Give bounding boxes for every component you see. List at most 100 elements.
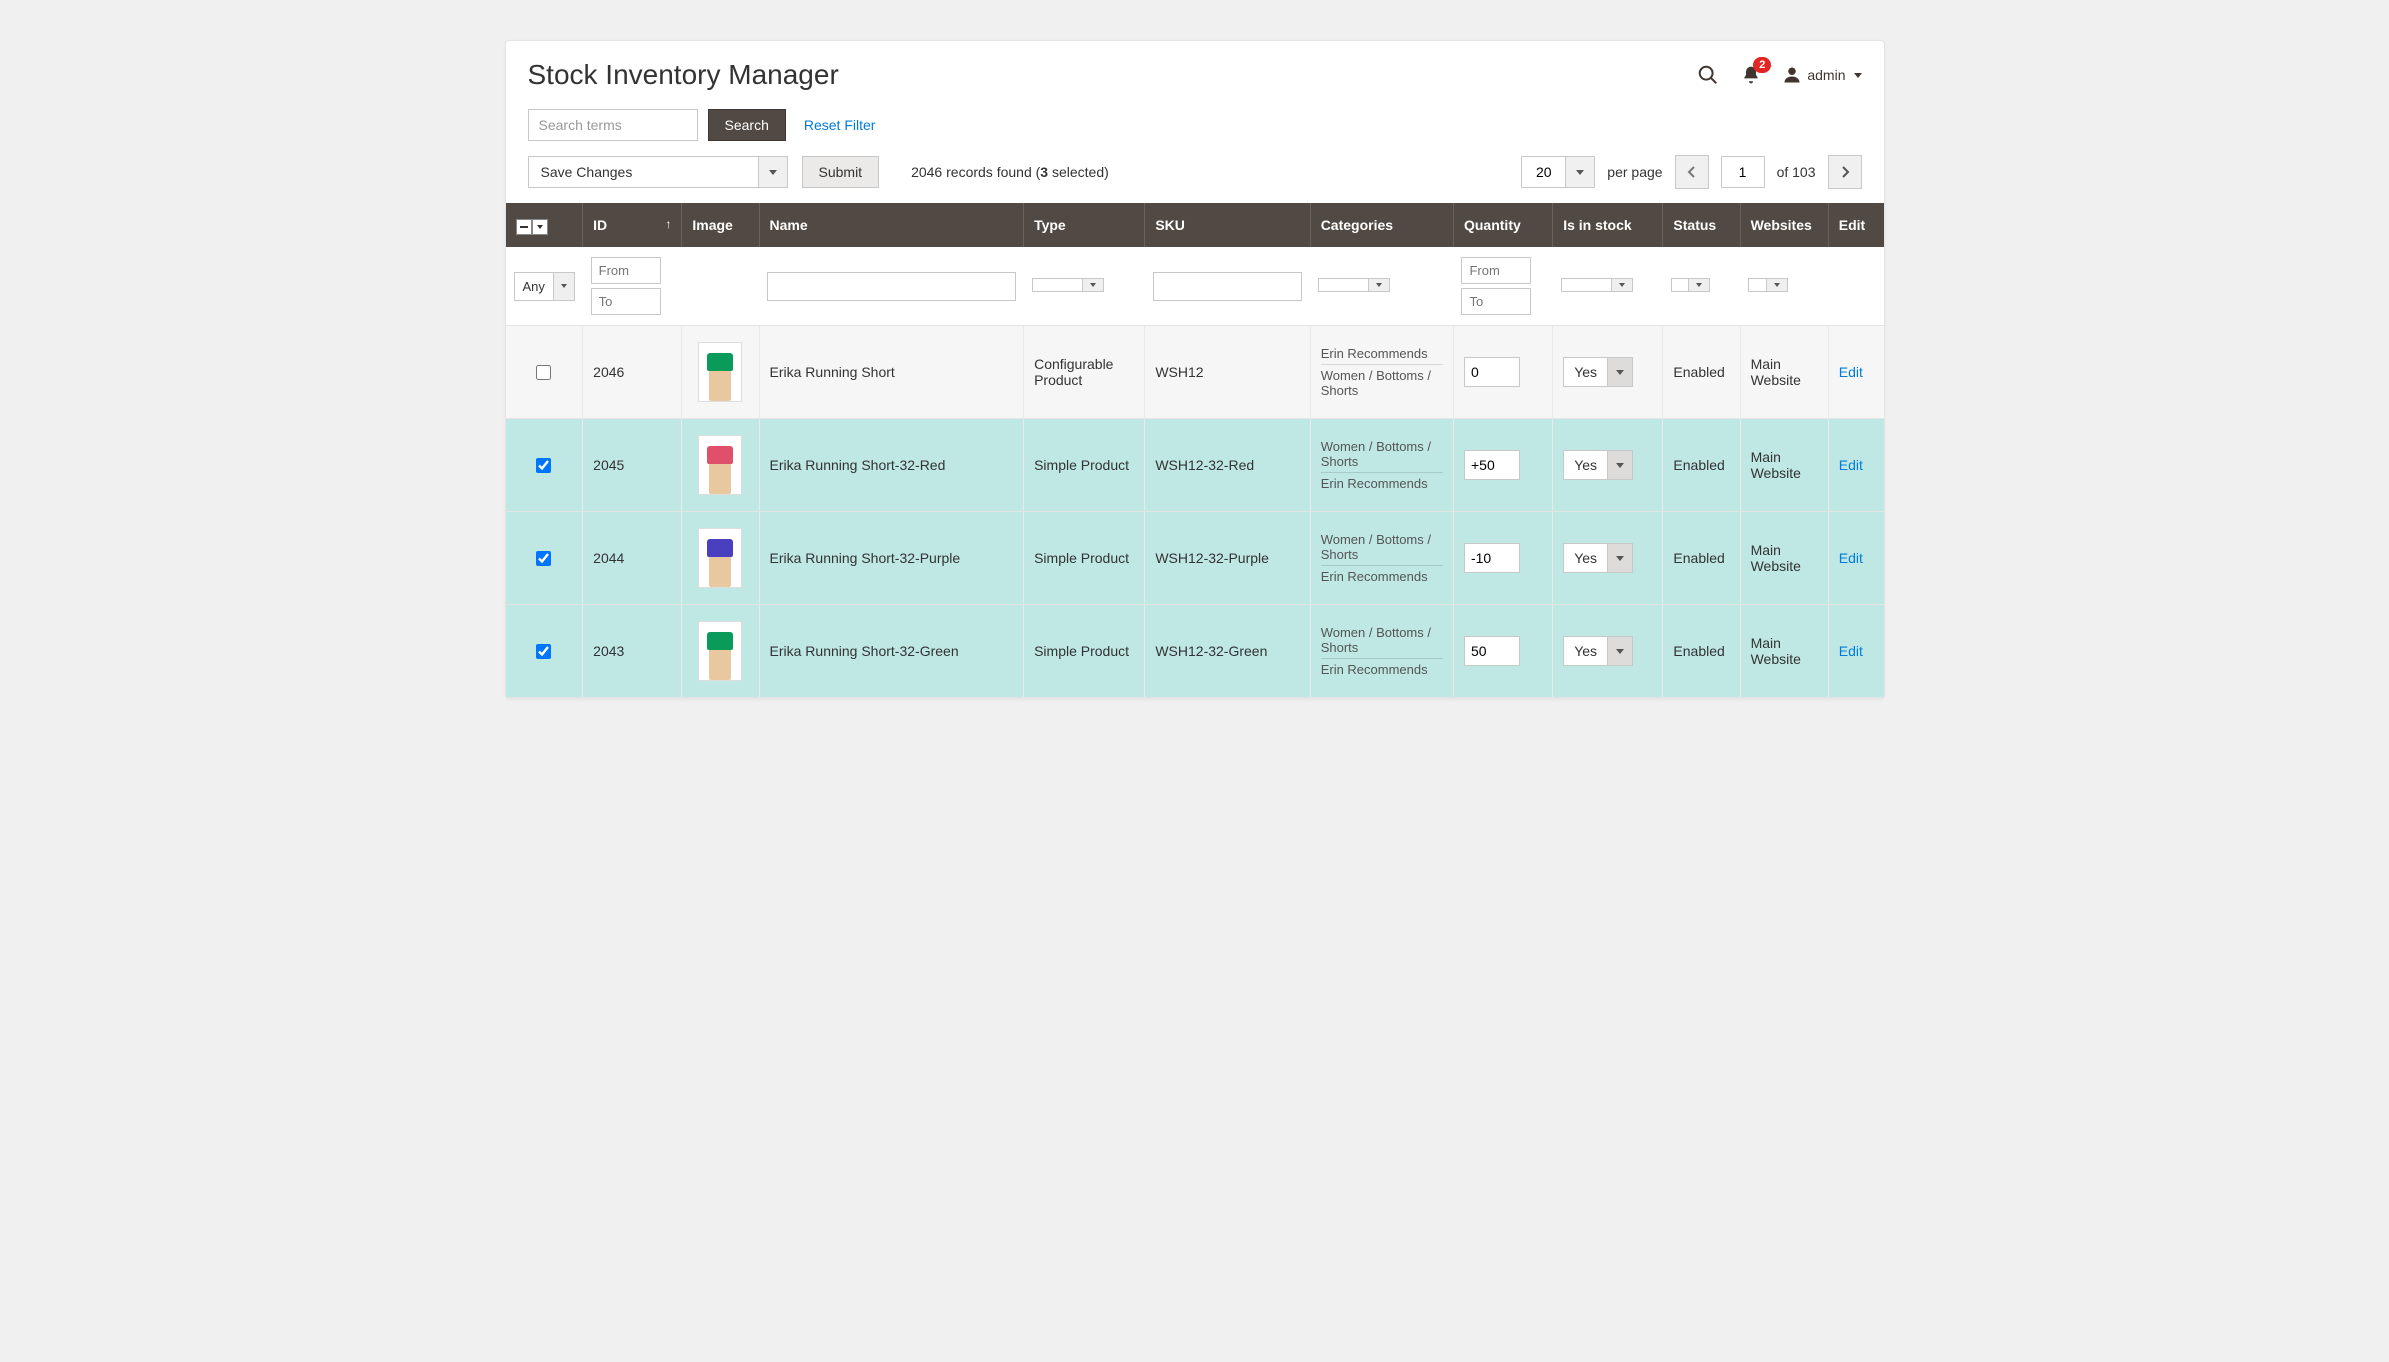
filter-id-to[interactable] [591, 288, 661, 315]
cell-image [682, 512, 759, 605]
select-menu-toggle[interactable] [532, 219, 548, 235]
filter-qty-from[interactable] [1461, 257, 1531, 284]
col-edit[interactable]: Edit [1828, 203, 1883, 247]
cell-in-stock: Yes [1553, 419, 1663, 512]
per-page-select[interactable] [1521, 156, 1595, 188]
product-thumb[interactable] [698, 528, 742, 588]
edit-link[interactable]: Edit [1839, 643, 1863, 659]
user-name: admin [1807, 67, 1845, 83]
col-id[interactable]: ID↑ [583, 203, 682, 247]
category-item: Erin Recommends [1321, 472, 1443, 494]
cell-image [682, 326, 759, 419]
cell-type: Simple Product [1024, 605, 1145, 698]
filter-in-stock[interactable] [1561, 278, 1633, 292]
chevron-down-icon[interactable] [1082, 278, 1104, 292]
cell-categories: Women / Bottoms / ShortsErin Recommends [1310, 512, 1453, 605]
cell-sku: WSH12-32-Purple [1145, 512, 1310, 605]
cell-websites: Main Website [1740, 419, 1828, 512]
category-item: Women / Bottoms / Shorts [1321, 364, 1443, 401]
filter-sku[interactable] [1153, 272, 1302, 301]
chevron-down-icon[interactable] [1688, 278, 1710, 292]
chevron-down-icon[interactable] [1607, 450, 1633, 480]
edit-link[interactable]: Edit [1839, 457, 1863, 473]
chevron-down-icon[interactable] [553, 272, 575, 301]
filter-qty-to[interactable] [1461, 288, 1531, 315]
row-checkbox[interactable] [536, 644, 551, 659]
cell-in-stock: Yes [1553, 326, 1663, 419]
chevron-down-icon[interactable] [1368, 278, 1390, 292]
in-stock-select[interactable]: Yes [1563, 450, 1633, 480]
quantity-input[interactable] [1464, 357, 1520, 387]
cell-status: Enabled [1663, 326, 1740, 419]
per-page-input[interactable] [1521, 156, 1565, 188]
chevron-down-icon[interactable] [1607, 357, 1633, 387]
search-icon[interactable] [1697, 64, 1719, 86]
cell-websites: Main Website [1740, 512, 1828, 605]
next-page-button[interactable] [1828, 155, 1862, 189]
quantity-input[interactable] [1464, 450, 1520, 480]
col-in-stock[interactable]: Is in stock [1553, 203, 1663, 247]
col-websites[interactable]: Websites [1740, 203, 1828, 247]
cell-id: 2046 [583, 326, 682, 419]
product-thumb[interactable] [698, 435, 742, 495]
edit-link[interactable]: Edit [1839, 550, 1863, 566]
cell-type: Simple Product [1024, 419, 1145, 512]
user-menu[interactable]: admin [1783, 66, 1861, 84]
reset-filter-link[interactable]: Reset Filter [804, 117, 876, 133]
chevron-down-icon[interactable] [1611, 278, 1633, 292]
row-checkbox[interactable] [536, 458, 551, 473]
filter-id-from[interactable] [591, 257, 661, 284]
table-row: 2046Erika Running ShortConfigurable Prod… [506, 326, 1884, 419]
quantity-input[interactable] [1464, 543, 1520, 573]
row-checkbox[interactable] [536, 365, 551, 380]
notifications-icon[interactable]: 2 [1741, 64, 1761, 86]
chevron-down-icon[interactable] [1607, 636, 1633, 666]
edit-link[interactable]: Edit [1839, 364, 1863, 380]
cell-name: Erika Running Short [759, 326, 1024, 419]
filter-type[interactable] [1032, 278, 1104, 292]
col-name[interactable]: Name [759, 203, 1024, 247]
col-sku[interactable]: SKU [1145, 203, 1310, 247]
chevron-down-icon[interactable] [1766, 278, 1788, 292]
in-stock-select[interactable]: Yes [1563, 636, 1633, 666]
col-quantity[interactable]: Quantity [1453, 203, 1552, 247]
chevron-down-icon[interactable] [758, 156, 788, 188]
records-summary: 2046 records found (3 selected) [911, 164, 1109, 180]
col-status[interactable]: Status [1663, 203, 1740, 247]
chevron-down-icon[interactable] [1565, 156, 1595, 188]
filter-name[interactable] [767, 272, 1016, 301]
filter-select-any[interactable]: Any [514, 272, 575, 301]
product-thumb[interactable] [698, 621, 742, 681]
prev-page-button[interactable] [1675, 155, 1709, 189]
chevron-down-icon [1854, 73, 1862, 78]
cell-sku: WSH12-32-Red [1145, 419, 1310, 512]
in-stock-select[interactable]: Yes [1563, 357, 1633, 387]
chevron-down-icon[interactable] [1607, 543, 1633, 573]
search-button[interactable]: Search [708, 109, 786, 141]
col-type[interactable]: Type [1024, 203, 1145, 247]
quantity-input[interactable] [1464, 636, 1520, 666]
in-stock-select[interactable]: Yes [1563, 543, 1633, 573]
page-title: Stock Inventory Manager [528, 59, 839, 91]
cell-image [682, 419, 759, 512]
col-categories[interactable]: Categories [1310, 203, 1453, 247]
mass-action-select[interactable]: Save Changes [528, 156, 788, 188]
product-thumb[interactable] [698, 342, 742, 402]
cell-status: Enabled [1663, 512, 1740, 605]
cell-quantity [1453, 605, 1552, 698]
cell-quantity [1453, 326, 1552, 419]
row-checkbox[interactable] [536, 551, 551, 566]
cell-quantity [1453, 419, 1552, 512]
current-page-input[interactable] [1721, 156, 1765, 188]
filter-categories[interactable] [1318, 278, 1390, 292]
filter-status[interactable] [1671, 278, 1710, 292]
select-all-toggle[interactable] [516, 219, 532, 235]
search-input[interactable] [528, 109, 698, 141]
col-image[interactable]: Image [682, 203, 759, 247]
submit-button[interactable]: Submit [802, 156, 880, 188]
filter-websites[interactable] [1748, 278, 1788, 292]
cell-status: Enabled [1663, 419, 1740, 512]
col-select[interactable] [506, 203, 583, 247]
cell-id: 2044 [583, 512, 682, 605]
cell-name: Erika Running Short-32-Green [759, 605, 1024, 698]
